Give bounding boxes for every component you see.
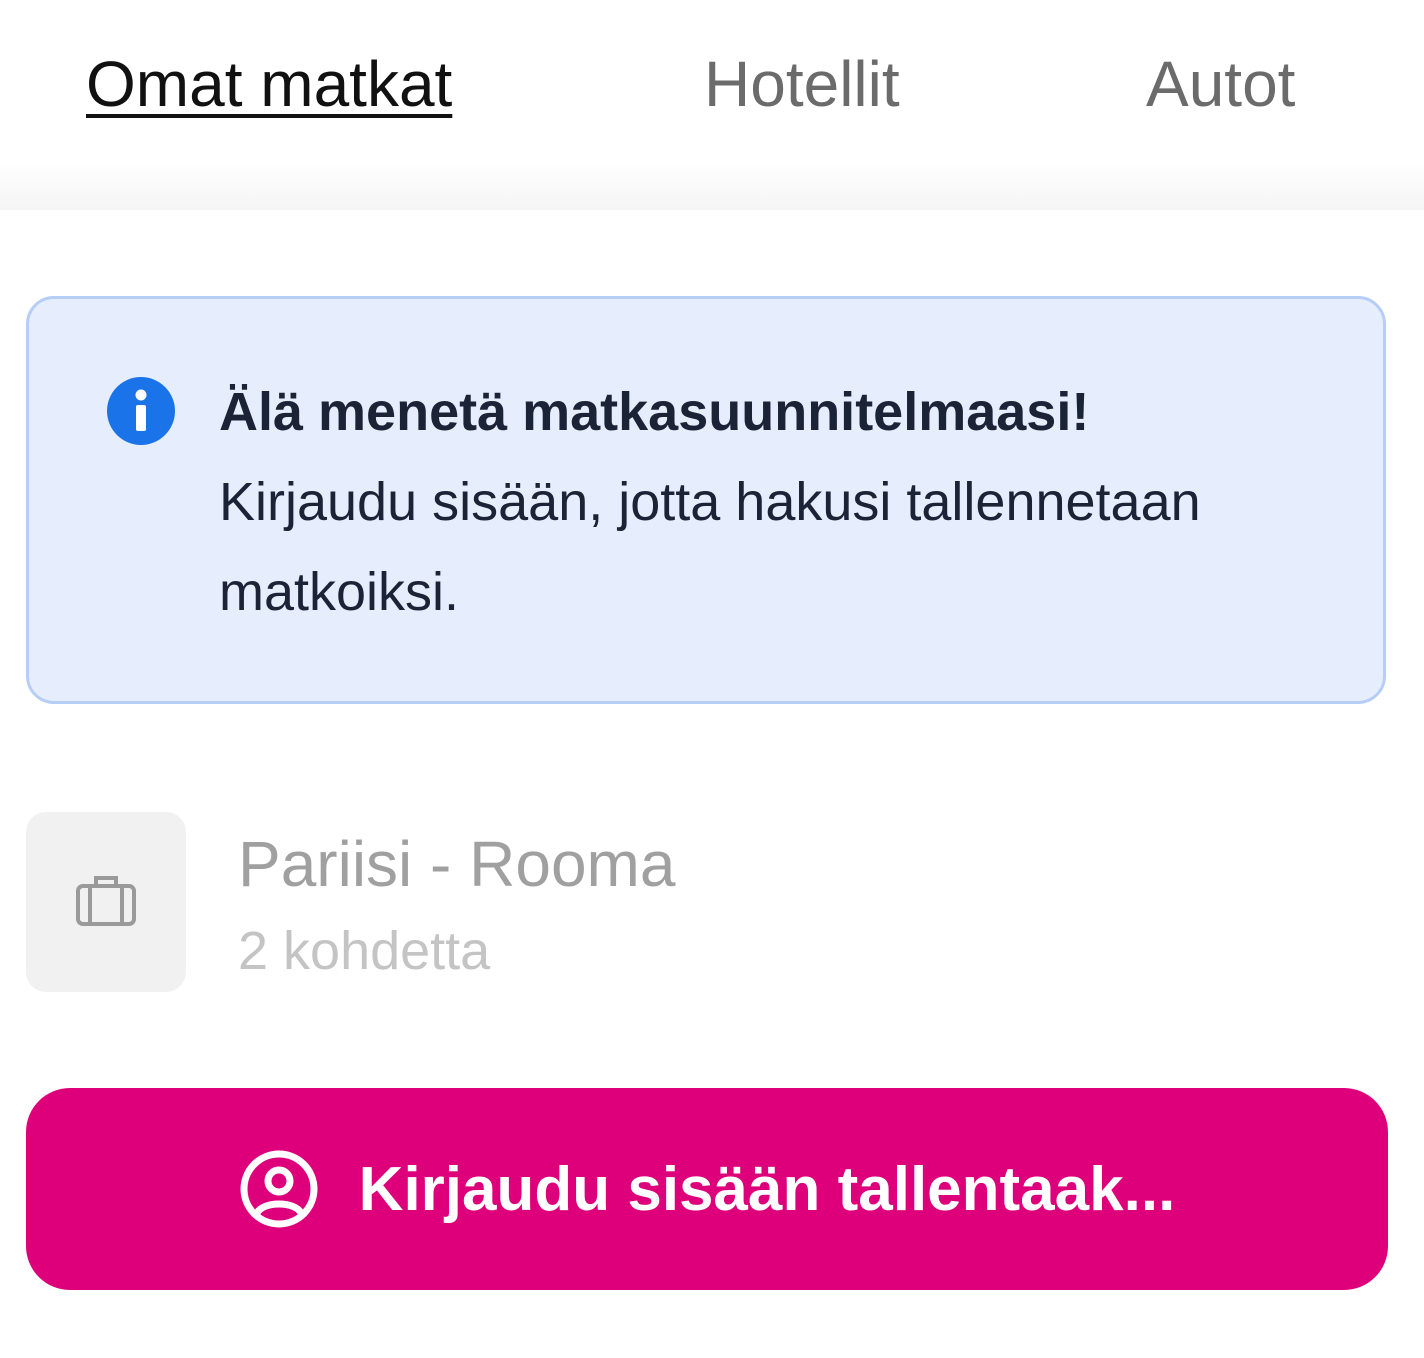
trip-thumbnail (26, 812, 186, 992)
alert-body: Kirjaudu sisään, jotta hakusi tallenneta… (219, 472, 1201, 622)
my-trips-page: Omat matkat Hotellit Autot Älä menetä ma… (0, 0, 1424, 1358)
user-circle-icon (240, 1150, 318, 1228)
login-button-label: Kirjaudu sisään tallentaak... (358, 1154, 1176, 1224)
trip-title: Pariisi - Rooma (238, 828, 676, 900)
tab-hotels[interactable]: Hotellit (704, 44, 900, 124)
tab-my-trips[interactable]: Omat matkat (86, 44, 452, 124)
top-tabs: Omat matkat Hotellit Autot (0, 0, 1424, 210)
trip-destination-count: 2 kohdetta (238, 921, 491, 981)
login-button-content: Kirjaudu sisään tallentaak... (239, 1149, 1176, 1229)
alert-message: Älä menetä matkasuunnitelmaasi! Kirjaudu… (219, 367, 1339, 637)
tab-cars[interactable]: Autot (1146, 44, 1295, 124)
alert-title: Älä menetä matkasuunnitelmaasi! (219, 382, 1090, 442)
trip-list-item[interactable]: Pariisi - Rooma 2 kohdetta (26, 812, 1386, 992)
info-icon (107, 377, 175, 445)
info-alert: Älä menetä matkasuunnitelmaasi! Kirjaudu… (26, 296, 1386, 704)
login-to-save-button[interactable]: Kirjaudu sisään tallentaak... (26, 1088, 1388, 1290)
suitcase-icon (76, 876, 136, 926)
